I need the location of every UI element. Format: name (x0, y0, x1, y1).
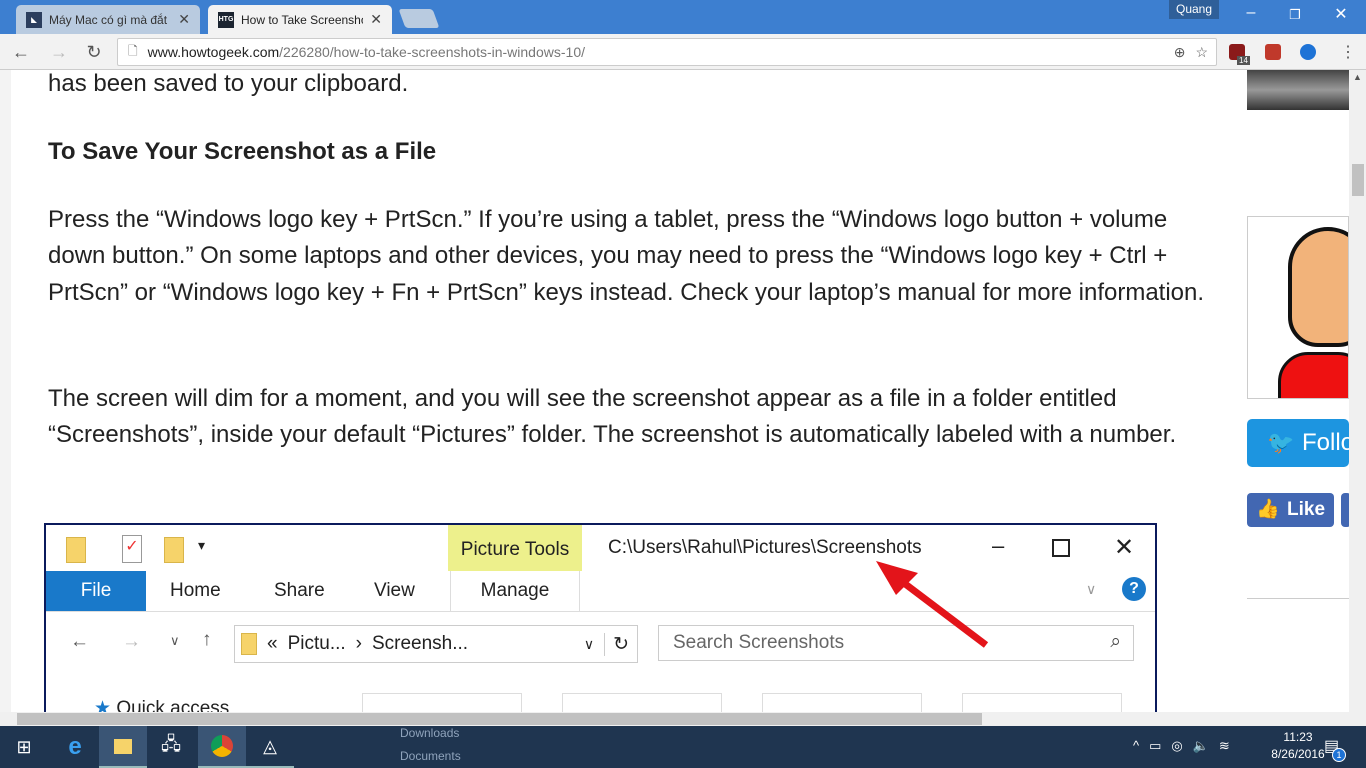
url-path: /226280/how-to-take-screenshots-in-windo… (279, 44, 585, 60)
new-tab-button[interactable] (398, 9, 440, 28)
vertical-scroll-thumb[interactable] (1352, 164, 1364, 196)
folder-icon (66, 537, 86, 563)
thumbs-up-icon: 👍 (1256, 499, 1280, 520)
notification-badge: 1 (1332, 748, 1346, 762)
like-label: Like (1287, 499, 1326, 520)
nav-quick-access: ★ Quick access (94, 697, 229, 713)
htg-favicon-icon: HTG (218, 11, 234, 28)
url-host: www.howtogeek.com (147, 44, 280, 60)
left-gutter (0, 70, 11, 712)
horizontal-scroll-thumb[interactable] (17, 713, 982, 725)
maximize-icon (1052, 539, 1070, 557)
reload-button[interactable]: ↻ (82, 42, 106, 63)
new-folder-icon (164, 537, 184, 563)
tab-title: How to Take Screenshot (241, 12, 364, 27)
dropdown-icon: ∨ (583, 635, 595, 652)
search-icon: ⌕ (1110, 631, 1121, 652)
extension-badge: 14 (1237, 56, 1250, 65)
address-bar[interactable]: 🗋 www.howtogeek.com/226280/how-to-take-s… (117, 38, 1217, 66)
up-arrow-icon: ↑ (202, 629, 212, 650)
forward-arrow-icon: → (122, 631, 141, 652)
app-icon[interactable]: ◬ (246, 726, 294, 768)
facebook-share-button[interactable] (1341, 493, 1349, 527)
chat-extension-icon[interactable] (1300, 44, 1316, 60)
clock[interactable]: 11:23 8/26/2016 (1268, 730, 1328, 761)
bookmark-star-icon[interactable]: ☆ (1195, 44, 1208, 61)
search-placeholder: Search Screenshots (673, 632, 845, 653)
background-item: Downloads (400, 726, 460, 740)
file-thumbnail (762, 693, 922, 713)
chrome-icon[interactable] (198, 726, 246, 768)
red-arrow-annotation (876, 561, 989, 648)
folder-icon (241, 633, 257, 655)
properties-icon: ✓ (122, 535, 142, 563)
edge-icon[interactable]: e (51, 726, 99, 768)
address-breadcrumb: « Pictu... › Screensh... ∨ ↻ (234, 625, 638, 663)
twitter-icon: 🐦 (1267, 430, 1295, 455)
quick-access-dropdown-icon: ▾ (198, 537, 206, 553)
refresh-icon: ↻ (604, 632, 637, 656)
section-heading: To Save Your Screenshot as a File (48, 138, 437, 165)
expand-ribbon-icon: ∨ (1086, 581, 1097, 597)
ribbon-tab-view: View (374, 580, 415, 601)
profile-button[interactable]: Quang (1169, 0, 1219, 19)
system-tray-icons[interactable]: ^▭◎🔈≋ (1133, 738, 1240, 754)
file-explorer-icon[interactable] (99, 726, 147, 768)
breadcrumb-separator: › (355, 633, 362, 654)
breadcrumb-overflow: « (267, 633, 278, 654)
ribbon-tab-manage: Manage (450, 571, 580, 611)
time: 11:23 (1283, 730, 1313, 744)
recent-dropdown-icon: ∨ (170, 633, 180, 648)
network-app-icon[interactable]: 🖧 (147, 726, 195, 768)
right-sidebar: 🐦 Follo 👍 Like (1247, 70, 1349, 712)
ribbon-tab-file: File (46, 571, 146, 611)
tab-close-icon[interactable]: ✕ (178, 11, 190, 28)
paragraph: The screen will dim for a moment, and yo… (48, 385, 1177, 449)
quick-access-label: Quick access (116, 698, 230, 713)
close-icon: ✕ (1114, 534, 1135, 561)
tab-may-mac[interactable]: ◣ Máy Mac có gì mà đắt h ✕ (16, 5, 200, 34)
breadcrumb-item: Screensh... (371, 633, 469, 654)
file-thumbnail (362, 693, 522, 713)
tab-strip: ◣ Máy Mac có gì mà đắt h ✕ HTG How to Ta… (0, 0, 1366, 34)
start-button[interactable]: ⊞ (0, 726, 48, 768)
star-icon: ★ (94, 698, 117, 713)
page-icon: 🗋 (128, 43, 138, 58)
background-item: Documents (400, 749, 461, 763)
paragraph: has been saved to your clipboard. (48, 70, 409, 97)
scroll-up-icon[interactable]: ▲ (1353, 72, 1362, 82)
close-window-button[interactable]: ✕ (1326, 4, 1356, 24)
twitter-follow-button[interactable]: 🐦 Follo (1247, 419, 1349, 467)
explorer-screenshot-image: ✓ ▾ Picture Tools C:\Users\Rahul\Picture… (44, 523, 1157, 713)
minimize-button[interactable]: – (1236, 4, 1266, 22)
ribbon-tab-share: Share (274, 580, 325, 601)
menu-icon[interactable]: ⋮ (1340, 42, 1356, 62)
tab-title: Máy Mac có gì mà đắt h (49, 12, 172, 27)
article-thumbnail[interactable] (1247, 70, 1349, 110)
divider (1247, 598, 1349, 599)
file-thumbnail (562, 693, 722, 713)
follow-label: Follo (1302, 429, 1349, 456)
paragraph: Press the “Windows logo key + PrtScn.” I… (48, 206, 1205, 306)
back-button[interactable]: ← (9, 42, 33, 63)
zoom-icon[interactable]: ⊕ (1174, 44, 1186, 61)
forward-button[interactable]: → (47, 42, 71, 63)
restore-button[interactable]: ❐ (1280, 7, 1310, 23)
taskbar: ⊞ e 🖧 ◬ Downloads Documents ^▭◎🔈≋ 11:23 8… (0, 726, 1366, 768)
facebook-like-button[interactable]: 👍 Like (1247, 493, 1334, 527)
picture-tools-label: Picture Tools (448, 525, 582, 571)
dictionary-extension-icon[interactable] (1265, 44, 1281, 60)
back-arrow-icon: ← (70, 631, 89, 652)
ribbon-tab-home: Home (170, 580, 221, 601)
site-favicon-icon: ◣ (26, 11, 42, 28)
help-icon: ? (1122, 577, 1146, 601)
breadcrumb-item: Pictu... (287, 633, 346, 654)
date: 8/26/2016 (1271, 747, 1325, 761)
file-thumbnail (962, 693, 1122, 713)
tab-howtogeek[interactable]: HTG How to Take Screenshot ✕ (208, 5, 392, 34)
mascot-image (1247, 216, 1349, 399)
tab-close-icon[interactable]: ✕ (370, 11, 382, 28)
